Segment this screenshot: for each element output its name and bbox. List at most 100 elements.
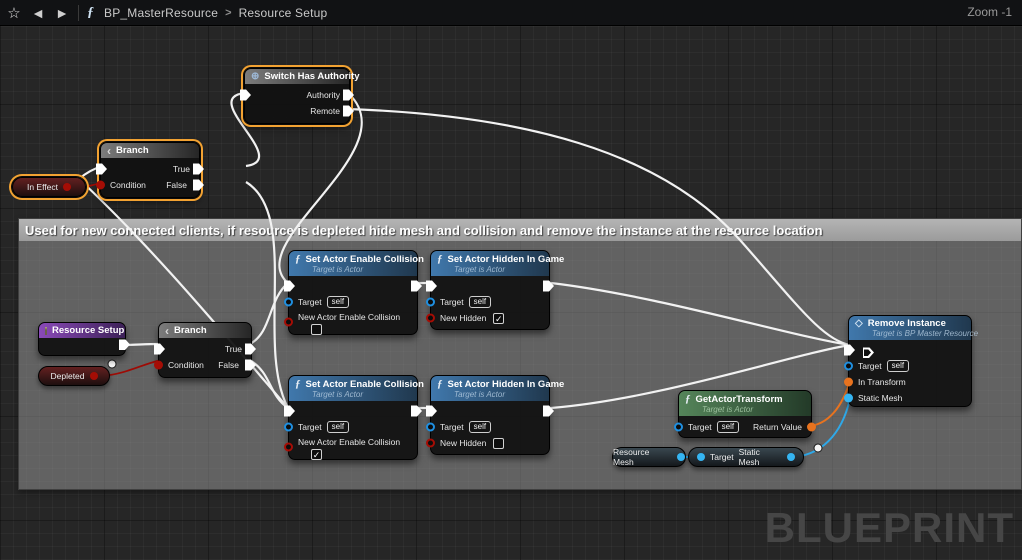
param-checkbox[interactable]: ✓ [311, 449, 322, 460]
node-branch-top[interactable]: ‹ Branch True Condition False [100, 142, 200, 198]
chevron-right-icon: > [225, 7, 231, 19]
node-set-actor-hidden-in-game-bottom[interactable]: ƒ Set Actor Hidden In Game Target is Act… [430, 375, 550, 455]
target-self-value[interactable]: self [327, 296, 349, 308]
param-checkbox[interactable] [311, 324, 322, 335]
node-get-static-mesh[interactable]: Target Static Mesh [688, 447, 804, 467]
exec-in-pin[interactable] [426, 281, 437, 292]
variable-label: Depleted [50, 371, 84, 381]
object-pin-target[interactable] [674, 423, 683, 432]
toolbar-divider [78, 5, 79, 21]
node-title: Set Actor Enable Collision [306, 254, 424, 265]
node-set-actor-enable-collision-top[interactable]: ƒ Set Actor Enable Collision Target is A… [288, 250, 418, 335]
function-icon: ƒ [437, 253, 443, 265]
node-switch-has-authority[interactable]: ⊕ Switch Has Authority Authority Remote [244, 68, 350, 124]
node-get-actor-transform[interactable]: ƒ GetActorTransform Target is Actor Targ… [678, 390, 812, 438]
diamond-icon: ◇ [855, 318, 863, 329]
object-in-pin-target[interactable] [697, 453, 705, 461]
exec-out-pin-authority[interactable] [343, 90, 354, 101]
transform-out-pin[interactable] [807, 423, 816, 432]
pin-label: Target [298, 297, 322, 307]
object-pin-target[interactable] [844, 362, 853, 371]
comment-header[interactable]: Used for new connected clients, if resou… [19, 219, 1021, 241]
node-subtitle: Target is Actor [312, 390, 410, 399]
target-self-value[interactable]: self [717, 421, 739, 433]
pin-label: Return Value [753, 422, 802, 432]
object-pin-target[interactable] [426, 423, 435, 432]
bool-out-pin[interactable] [90, 372, 98, 380]
zoom-level-indicator: Zoom -1 [967, 5, 1012, 19]
exec-in-pin[interactable] [240, 90, 251, 101]
favorite-star-icon[interactable]: ☆ [2, 2, 26, 24]
node-subtitle: Target is Actor [454, 390, 542, 399]
target-self-value[interactable]: self [887, 360, 909, 372]
exec-out-pin-remote[interactable] [343, 106, 354, 117]
switch-icon: ⊕ [251, 71, 259, 82]
pin-label: New Actor Enable Collision [298, 437, 400, 447]
pin-label: In Transform [858, 377, 906, 387]
target-self-value[interactable]: self [469, 296, 491, 308]
breadcrumb-current[interactable]: Resource Setup [239, 6, 328, 20]
node-title: Remove Instance [868, 318, 946, 329]
bool-pin-param[interactable] [426, 314, 435, 323]
node-subtitle: Target is Actor [702, 405, 804, 414]
object-pin-target[interactable] [284, 423, 293, 432]
blueprint-graph-canvas[interactable]: Used for new connected clients, if resou… [0, 0, 1022, 560]
object-out-pin[interactable] [787, 453, 795, 461]
pin-label: Target [858, 361, 882, 371]
exec-out-pin-true[interactable] [193, 164, 204, 175]
bool-pin-param[interactable] [426, 439, 435, 448]
exec-in-pin[interactable] [284, 406, 295, 417]
node-title: Set Actor Enable Collision [306, 379, 424, 390]
node-get-resource-mesh[interactable]: Resource Mesh [612, 447, 686, 467]
node-title: Switch Has Authority [264, 71, 359, 82]
exec-out-pin[interactable] [863, 347, 874, 358]
transform-in-pin[interactable] [844, 378, 853, 387]
pin-label: Target [710, 452, 734, 462]
bool-pin-condition[interactable] [154, 361, 163, 370]
pin-label: Condition [110, 180, 146, 190]
exec-in-pin[interactable] [426, 406, 437, 417]
node-title: Set Actor Hidden In Game [448, 379, 565, 390]
exec-in-pin[interactable] [844, 345, 855, 356]
exec-in-pin[interactable] [284, 281, 295, 292]
node-set-actor-hidden-in-game-top[interactable]: ƒ Set Actor Hidden In Game Target is Act… [430, 250, 550, 330]
node-get-in-effect[interactable]: In Effect [12, 177, 86, 197]
back-button[interactable]: ◄ [26, 2, 50, 24]
pin-label: False [166, 180, 187, 190]
target-self-value[interactable]: self [327, 421, 349, 433]
breadcrumb-root[interactable]: BP_MasterResource [104, 6, 218, 20]
pin-label: Target [440, 422, 464, 432]
object-pin-target[interactable] [426, 298, 435, 307]
node-remove-instance[interactable]: ◇ Remove Instance Target is BP Master Re… [848, 315, 972, 407]
node-subtitle: Target is Actor [312, 265, 410, 274]
comment-title: Used for new connected clients, if resou… [25, 223, 823, 238]
pin-label: New Hidden [440, 438, 486, 448]
function-icon: ƒ [685, 393, 691, 405]
exec-in-pin[interactable] [154, 344, 165, 355]
function-icon: ƒ [295, 253, 301, 265]
bool-pin-condition[interactable] [96, 181, 105, 190]
node-branch-bottom[interactable]: ‹ Branch True Condition False [158, 322, 252, 378]
node-title: Branch [174, 325, 207, 336]
exec-in-pin[interactable] [96, 164, 107, 175]
node-get-depleted[interactable]: Depleted [38, 366, 110, 386]
pin-label: Static Mesh [858, 393, 902, 403]
object-pin-target[interactable] [284, 298, 293, 307]
static-mesh-in-pin[interactable] [844, 394, 853, 403]
param-checkbox[interactable]: ✓ [493, 313, 504, 324]
node-set-actor-enable-collision-bottom[interactable]: ƒ Set Actor Enable Collision Target is A… [288, 375, 418, 460]
pin-label: Target [688, 422, 712, 432]
function-icon: ƒ [437, 378, 443, 390]
bool-out-pin[interactable] [63, 183, 71, 191]
node-subtitle: Target is BP Master Resource [872, 329, 964, 338]
object-out-pin[interactable] [677, 453, 685, 461]
function-icon: ƒ [295, 378, 301, 390]
forward-button[interactable]: ► [50, 2, 74, 24]
node-title: Resource Setup [52, 325, 124, 336]
pin-label: Target [440, 297, 464, 307]
target-self-value[interactable]: self [469, 421, 491, 433]
exec-out-pin-false[interactable] [193, 180, 204, 191]
param-checkbox[interactable] [493, 438, 504, 449]
node-resource-setup-event[interactable]: Resource Setup [38, 322, 126, 356]
pin-label: New Hidden [440, 313, 486, 323]
